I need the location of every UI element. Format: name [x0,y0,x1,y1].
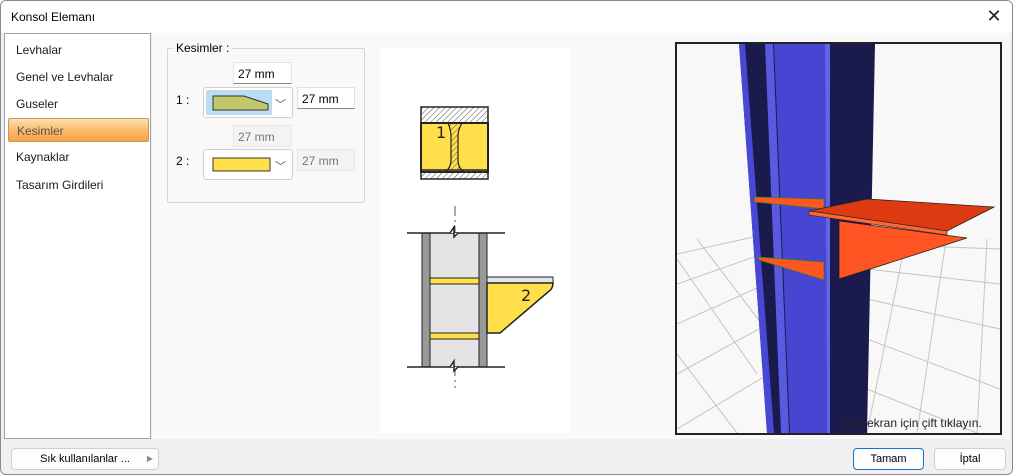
row2-right-input: 27 mm [297,149,355,171]
row1-top-input[interactable]: 27 mm [233,62,292,84]
ok-button[interactable]: Tamam [853,448,924,470]
cancel-button[interactable]: İptal [934,448,1006,470]
chevron-down-icon: ﹀ [275,99,286,111]
diagram-svg: 1 2 [407,106,554,388]
sidebar-item-levhalar[interactable]: Levhalar [8,38,149,62]
favorites-label: Sık kullanılanlar ... [40,453,130,465]
chevron-right-icon: ▶ [146,454,153,463]
section2-label: 2 [521,286,531,305]
sidebar-item-tasarim-girdileri[interactable]: Tasarım Girdileri [8,173,149,197]
group-label: Kesimler : [173,41,233,55]
row2-top-input: 27 mm [233,125,292,147]
sidebar-item-kesimler[interactable]: Kesimler [8,118,149,142]
sidebar-item-genel-ve-levhalar[interactable]: Genel ve Levhalar [8,65,149,89]
favorites-button[interactable]: Sık kullanılanlar ... ▶ [11,448,159,470]
i-section-view: 1 [420,106,489,180]
chevron-down-icon: ﹀ [275,161,286,173]
elevation-view: 2 [407,206,554,388]
window-title: Konsol Elemanı [11,10,96,24]
chamfered-plate-icon [212,95,269,111]
row2-label: 2 : [176,154,190,168]
close-icon[interactable]: ✕ [984,6,1004,26]
sidebar-item-kaynaklar[interactable]: Kaynaklar [8,145,149,169]
section-diagram: 1 2 [380,48,570,433]
sidebar: Levhalar Genel ve Levhalar Guseler Kesim… [4,33,151,439]
dialog-window: Konsol Elemanı ✕ Levhalar Genel ve Levha… [0,0,1013,475]
row1-label: 1 : [176,93,190,107]
row2-shape-combo[interactable]: ﹀ [203,149,293,180]
fullscreen-hint: Tam ekran için çift tıklayın. [841,416,982,430]
row1-right-input[interactable]: 27 mm [297,87,355,109]
title-bar: Konsol Elemanı ✕ [1,1,1012,33]
3d-preview[interactable]: Tam ekran için çift tıklayın. [675,42,1002,435]
section1-label: 1 [436,123,446,142]
3d-model-svg: Tam ekran için çift tıklayın. [676,44,1001,434]
rectangular-plate-icon [212,157,271,172]
sidebar-item-guseler[interactable]: Guseler [8,92,149,116]
row1-shape-combo[interactable]: ﹀ [203,87,293,118]
